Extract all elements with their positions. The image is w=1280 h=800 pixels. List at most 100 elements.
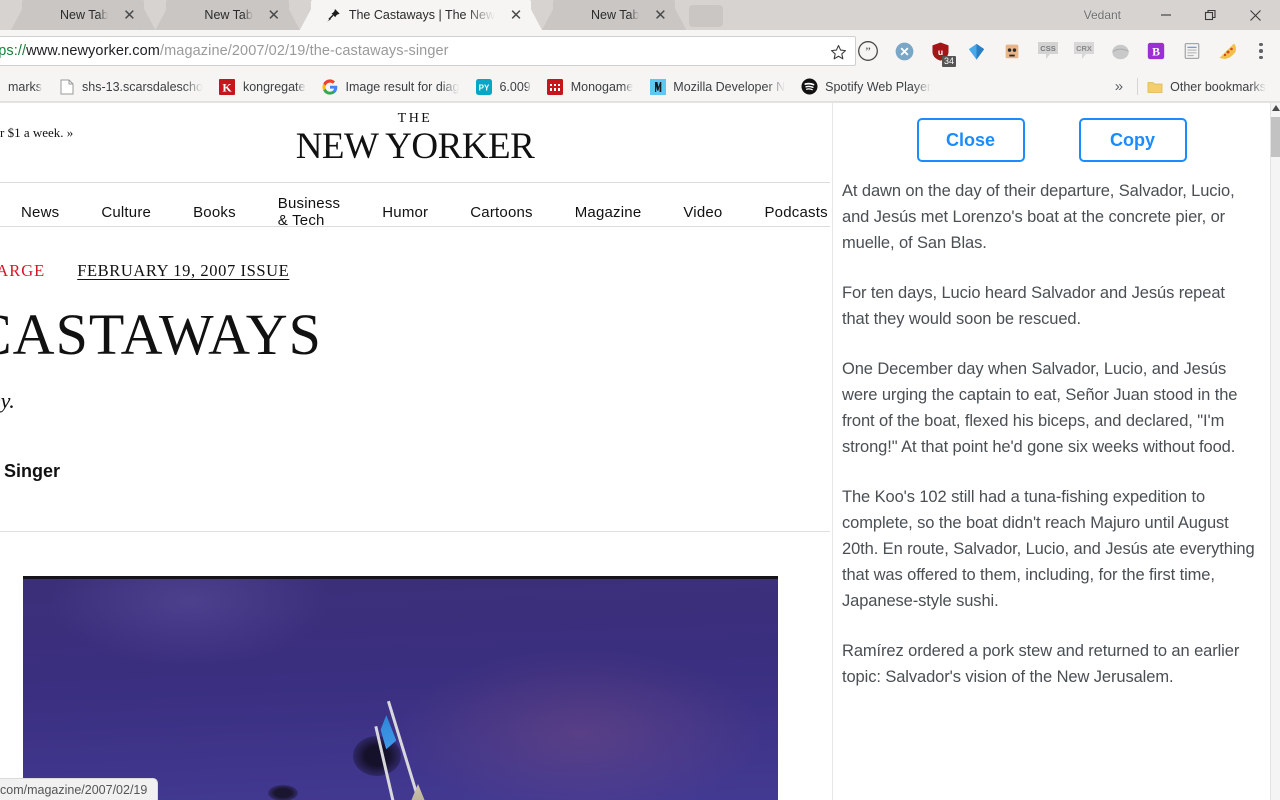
browser-tab[interactable]: New Tab ✕ bbox=[155, 0, 300, 30]
url-text[interactable]: https://www.newyorker.com/magazine/2007/… bbox=[0, 43, 449, 59]
bookmark-item-mdn[interactable]: Mozilla Developer N bbox=[641, 75, 793, 99]
photo-foreground-shape bbox=[268, 785, 298, 800]
browser-window: New Tab ✕ New Tab ✕ The Castaways | The … bbox=[0, 0, 1280, 800]
svg-text:CRX: CRX bbox=[1076, 44, 1092, 53]
article-byline[interactable]: y Mark Singer bbox=[0, 461, 60, 482]
boat-hull bbox=[409, 784, 427, 800]
close-window-button[interactable] bbox=[1233, 0, 1278, 30]
css-viewer-extension-icon[interactable]: CSS bbox=[1030, 30, 1066, 72]
tab-close-icon[interactable]: ✕ bbox=[263, 4, 285, 26]
globe-extension-icon[interactable] bbox=[1102, 30, 1138, 72]
tab-close-icon[interactable]: ✕ bbox=[118, 4, 140, 26]
browser-tab-active[interactable]: The Castaways | The New ✕ bbox=[299, 0, 542, 30]
svg-text:”: ” bbox=[865, 44, 870, 58]
maximize-restore-button[interactable] bbox=[1188, 0, 1233, 30]
page-icon bbox=[58, 78, 75, 95]
tab-right-edge bbox=[670, 0, 687, 30]
browser-toolbar: ecure https://www.newyorker.com/magazine… bbox=[0, 30, 1280, 72]
copy-button[interactable]: Copy bbox=[1078, 118, 1187, 162]
address-bar[interactable]: ecure https://www.newyorker.com/magazine… bbox=[0, 36, 856, 66]
bookmarks-overflow-icon[interactable]: » bbox=[1101, 78, 1137, 95]
minimize-button[interactable] bbox=[1143, 0, 1188, 30]
tab-title: New Tab bbox=[60, 8, 109, 22]
new-tab-button[interactable] bbox=[689, 5, 724, 27]
status-bar-url: com/magazine/2007/02/19 bbox=[0, 778, 159, 800]
panel-text-body: At dawn on the day of their departure, S… bbox=[833, 178, 1270, 690]
bookmarks-bar-leading-text[interactable]: marks bbox=[0, 75, 50, 99]
rubric-kicker[interactable]: R AT LARGE bbox=[0, 261, 45, 281]
other-bookmarks-folder[interactable]: Other bookmarks bbox=[1138, 75, 1274, 99]
bookmark-label: Mozilla Developer N bbox=[673, 79, 786, 94]
bookmark-label: 6.009 bbox=[499, 79, 531, 94]
tab-left-edge bbox=[541, 0, 558, 30]
bootstrap-extension-icon[interactable]: B bbox=[1138, 30, 1174, 72]
svg-text:u: u bbox=[937, 46, 942, 56]
nav-item-news[interactable]: News bbox=[0, 204, 80, 221]
tab-favicon-blank bbox=[36, 7, 53, 24]
panel-action-row: Close Copy bbox=[833, 103, 1270, 178]
bookmark-label: Image result for diag bbox=[345, 79, 460, 94]
ublock-origin-extension-icon[interactable]: u 34 bbox=[922, 30, 958, 72]
url-path: /magazine/2007/02/19/the-castaways-singe… bbox=[159, 43, 449, 59]
nav-item-culture[interactable]: Culture bbox=[80, 204, 172, 221]
svg-text:PY: PY bbox=[479, 83, 490, 92]
bookmark-item-scarsdale[interactable]: shs-13.scarsdalescho bbox=[50, 75, 211, 99]
monogame-icon bbox=[547, 78, 564, 95]
close-button[interactable]: Close bbox=[916, 118, 1025, 162]
nav-item-cartoons[interactable]: Cartoons bbox=[449, 204, 553, 221]
svg-text:B: B bbox=[1152, 45, 1160, 59]
nav-item-books[interactable]: Books bbox=[172, 204, 257, 221]
tab-left-edge bbox=[155, 0, 172, 30]
tab-strip: New Tab ✕ New Tab ✕ The Castaways | The … bbox=[0, 0, 1280, 30]
pizza-extension-icon[interactable] bbox=[1210, 30, 1246, 72]
article-rubric: R AT LARGE FEBRUARY 19, 2007 ISSUE bbox=[0, 261, 289, 281]
extensions-bar: ” u 34 CSS CRX B bbox=[850, 30, 1276, 72]
url-host: www.newyorker.com bbox=[26, 43, 160, 59]
quote-extension-icon[interactable]: ” bbox=[850, 30, 886, 72]
mdn-icon bbox=[649, 78, 666, 95]
bookmark-item-spotify[interactable]: Spotify Web Player bbox=[793, 75, 939, 99]
bookmark-item-kongregate[interactable]: K kongregate bbox=[211, 75, 314, 99]
bookmark-item-6009[interactable]: PY 6.009 bbox=[467, 75, 538, 99]
vertical-scrollbar[interactable] bbox=[1270, 103, 1280, 800]
extension-side-panel: Close Copy At dawn on the day of their d… bbox=[832, 103, 1270, 800]
nav-item-video[interactable]: Video bbox=[662, 204, 743, 221]
bookmark-item-image-result[interactable]: Image result for diag bbox=[314, 75, 468, 99]
tab-close-icon[interactable]: ✕ bbox=[649, 4, 671, 26]
browser-menu-icon[interactable] bbox=[1246, 30, 1276, 72]
bookmark-label: shs-13.scarsdalescho bbox=[82, 79, 203, 94]
crx-extension-icon[interactable]: CRX bbox=[1066, 30, 1102, 72]
reader-extension-icon[interactable] bbox=[1174, 30, 1210, 72]
rubric-issue-link[interactable]: FEBRUARY 19, 2007 ISSUE bbox=[77, 261, 289, 281]
svg-text:CSS: CSS bbox=[1040, 44, 1055, 53]
nav-item-business-tech[interactable]: Business & Tech bbox=[257, 195, 361, 229]
site-navigation: News Culture Books Business & Tech Humor… bbox=[0, 195, 830, 229]
nav-item-humor[interactable]: Humor bbox=[361, 204, 449, 221]
bookmarks-bar: marks shs-13.scarsdalescho K kongregate bbox=[0, 72, 1280, 102]
pushpin-icon bbox=[325, 7, 342, 24]
new-yorker-masthead[interactable]: THE NEW YORKER bbox=[0, 111, 830, 168]
svg-text:K: K bbox=[223, 80, 233, 94]
scrollbar-thumb[interactable] bbox=[1271, 117, 1280, 157]
article-photo bbox=[23, 576, 778, 800]
bookmark-star-icon[interactable] bbox=[827, 41, 849, 63]
panel-paragraph: The Koo's 102 still had a tuna-fishing e… bbox=[842, 488, 1255, 610]
browser-tab[interactable]: New Tab ✕ bbox=[11, 0, 156, 30]
tab-title: New Tab bbox=[590, 8, 640, 22]
tab-right-edge bbox=[525, 0, 542, 30]
bookmark-label: Monogame bbox=[570, 79, 634, 94]
nav-item-magazine[interactable]: Magazine bbox=[554, 204, 663, 221]
tab-left-edge bbox=[11, 0, 27, 30]
panel-paragraph: For ten days, Lucio heard Salvador and J… bbox=[842, 284, 1225, 328]
tab-close-icon[interactable]: ✕ bbox=[505, 4, 527, 26]
robot-extension-icon[interactable] bbox=[994, 30, 1030, 72]
bookmark-label: kongregate bbox=[242, 79, 306, 94]
browser-tab[interactable]: New Tab ✕ bbox=[541, 0, 687, 30]
ublock-badge-count: 34 bbox=[941, 56, 956, 67]
bookmark-item-monogame[interactable]: Monogame bbox=[539, 75, 642, 99]
diamond-extension-icon[interactable] bbox=[958, 30, 994, 72]
blue-circle-x-extension-icon[interactable] bbox=[886, 30, 922, 72]
profile-name[interactable]: Vedant bbox=[1084, 8, 1121, 22]
article-headline: . CASTAWAYS bbox=[0, 302, 322, 367]
scroll-up-arrow-icon[interactable] bbox=[1272, 105, 1280, 111]
